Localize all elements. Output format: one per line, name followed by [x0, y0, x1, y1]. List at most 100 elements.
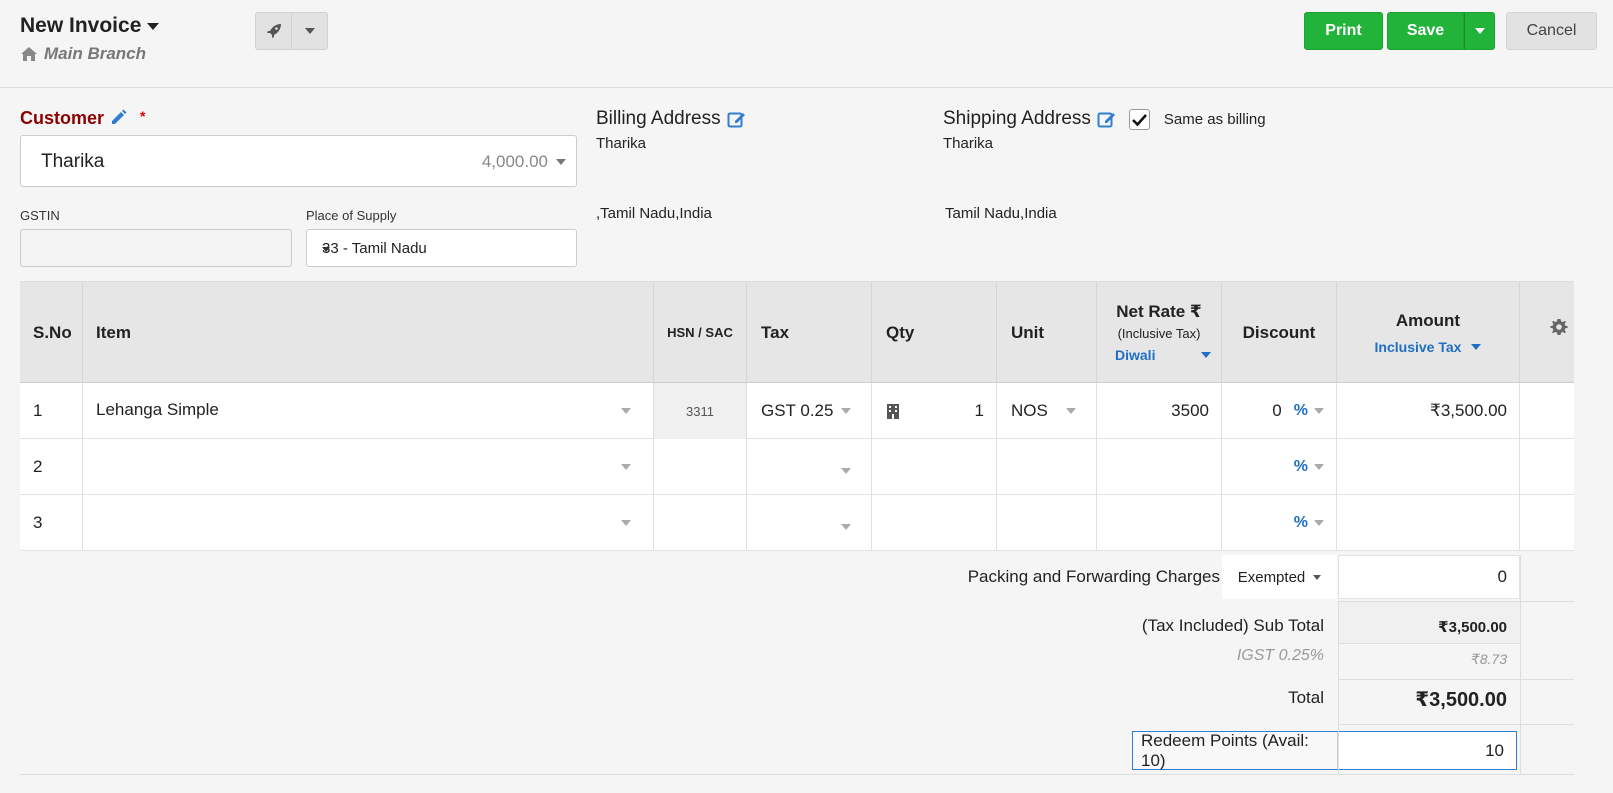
place-of-supply-label: Place of Supply: [306, 208, 397, 223]
price-list-dropdown[interactable]: Diwali: [1097, 347, 1221, 363]
page-title: New Invoice: [20, 14, 142, 37]
total-value: ₹3,500.00: [1415, 689, 1507, 711]
chevron-down-icon: [841, 524, 851, 530]
qty-input[interactable]: [872, 439, 997, 495]
igst-label: IGST 0.25%: [1236, 647, 1324, 664]
discount-type[interactable]: %: [1294, 402, 1308, 420]
tax-value: GST 0.25: [761, 401, 834, 420]
warehouse-icon[interactable]: [886, 403, 900, 420]
amount-label: Amount: [1395, 310, 1461, 330]
chevron-down-icon: [1314, 408, 1324, 414]
shipping-address-label: Shipping Address: [943, 108, 1091, 129]
redeem-points-input[interactable]: 10: [1338, 732, 1516, 769]
row-sno: 2: [20, 439, 83, 495]
price-list-value: Diwali: [1115, 347, 1156, 363]
cancel-button[interactable]: Cancel: [1506, 12, 1597, 50]
amount-value: ₹3,500.00: [1337, 383, 1520, 439]
divider: [1338, 602, 1339, 774]
packing-charges-input[interactable]: 0: [1338, 555, 1520, 599]
tax-select[interactable]: GST 0.25: [747, 383, 872, 439]
rocket-icon: [266, 24, 281, 38]
chevron-down-icon: [1471, 343, 1482, 350]
chevron-down-icon: [841, 408, 851, 414]
discount-input[interactable]: %: [1222, 439, 1337, 495]
billing-address-title: Billing Address: [596, 108, 747, 130]
unit-select[interactable]: [997, 439, 1097, 495]
subtotal-label: (Tax Included) Sub Total: [1141, 616, 1324, 635]
item-select[interactable]: [83, 439, 654, 495]
chevron-down-icon: [304, 28, 315, 34]
net-rate-label: Net Rate ₹: [1116, 302, 1202, 321]
chevron-down-icon: [621, 408, 631, 414]
unit-select[interactable]: [997, 495, 1097, 551]
customer-select[interactable]: Tharika 4,000.00: [20, 135, 577, 187]
qty-input[interactable]: [872, 495, 997, 551]
item-select[interactable]: Lehanga Simple: [83, 383, 654, 439]
amount-tax-mode: Inclusive Tax: [1374, 338, 1462, 355]
col-hsn: HSN / SAC: [654, 282, 747, 383]
discount-input[interactable]: 0 %: [1222, 383, 1337, 439]
customer-label-text: Customer: [20, 108, 105, 128]
invoice-title-dropdown[interactable]: New Invoice: [20, 14, 160, 38]
amount-value: [1337, 495, 1520, 551]
packing-tax-select[interactable]: Exempted: [1222, 555, 1337, 599]
gstin-input[interactable]: [20, 229, 292, 267]
discount-input[interactable]: %: [1222, 495, 1337, 551]
rocket-button[interactable]: [256, 13, 291, 49]
place-of-supply-value: 33 - Tamil Nadu: [322, 240, 427, 257]
chevron-down-icon: [322, 247, 330, 252]
discount-type[interactable]: %: [1294, 458, 1308, 476]
qty-input[interactable]: 1: [872, 383, 997, 439]
gear-icon[interactable]: [1550, 318, 1568, 336]
item-select[interactable]: [83, 495, 654, 551]
divider: [1338, 724, 1574, 725]
item-name: Lehanga Simple: [96, 400, 219, 419]
print-button[interactable]: Print: [1304, 12, 1383, 50]
net-rate-sub-label: (Inclusive Tax): [1117, 326, 1201, 341]
branch-name: Main Branch: [44, 44, 147, 63]
amount-tax-mode-dropdown[interactable]: Inclusive Tax: [1375, 339, 1482, 355]
tax-select[interactable]: [747, 439, 872, 495]
divider: [20, 774, 1574, 775]
total-label: Total: [1288, 688, 1324, 707]
chevron-down-icon: [1314, 520, 1324, 526]
chevron-down-icon: [147, 22, 160, 30]
col-qty: Qty: [872, 282, 997, 383]
unit-value: NOS: [1011, 401, 1048, 420]
divider: [1338, 679, 1574, 680]
hsn-value: [654, 439, 747, 495]
save-options-dropdown[interactable]: [1464, 12, 1495, 50]
redeem-points-label: Redeem Points (Avail: 10): [1133, 731, 1338, 770]
customer-balance: 4,000.00: [481, 152, 548, 171]
place-of-supply-select[interactable]: 33 - Tamil Nadu: [306, 229, 577, 267]
billing-address-line: ,Tamil Nadu,India: [596, 205, 712, 222]
shipping-address-title: Shipping Address Same as billing: [943, 108, 1266, 130]
same-as-billing-checkbox[interactable]: [1128, 108, 1150, 130]
packing-charges-label: Packing and Forwarding Charges: [967, 567, 1220, 586]
divider: [1520, 555, 1521, 774]
chevron-down-icon: [1066, 408, 1076, 414]
col-item: Item: [83, 282, 654, 383]
edit-icon[interactable]: [727, 109, 747, 129]
amount-value: [1337, 439, 1520, 495]
table-row: 1 Lehanga Simple 3311 GST 0.25 1 NOS 350…: [20, 383, 1574, 439]
unit-select[interactable]: NOS: [997, 383, 1097, 439]
col-amount: Amount Inclusive Tax: [1337, 282, 1520, 383]
chevron-down-icon: [621, 520, 631, 526]
save-button[interactable]: Save: [1387, 12, 1464, 50]
tax-select[interactable]: [747, 495, 872, 551]
quick-actions-group: [255, 12, 328, 50]
rate-input[interactable]: 3500: [1097, 383, 1222, 439]
rate-input[interactable]: [1097, 439, 1222, 495]
edit-icon[interactable]: [1097, 109, 1117, 129]
rate-input[interactable]: [1097, 495, 1222, 551]
row-sno: 3: [20, 495, 83, 551]
discount-type[interactable]: %: [1294, 514, 1308, 532]
page-header: New Invoice Main Branch Print Save Cance…: [0, 0, 1613, 88]
col-unit: Unit: [997, 282, 1097, 383]
col-sno: S.No: [20, 282, 83, 383]
redeem-points-group: Redeem Points (Avail: 10) 10: [1132, 731, 1517, 770]
col-tax: Tax: [747, 282, 872, 383]
quick-actions-dropdown[interactable]: [291, 13, 327, 49]
pencil-icon[interactable]: [110, 108, 128, 126]
